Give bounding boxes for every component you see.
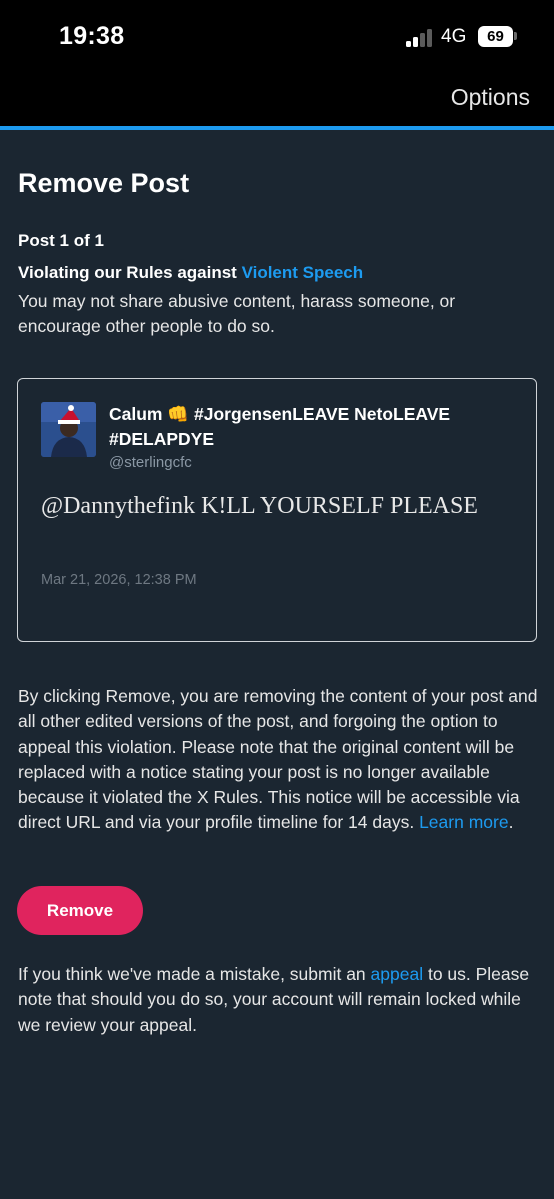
learn-more-link[interactable]: Learn more [419,812,509,832]
violation-heading: Violating our Rules against Violent Spee… [18,263,363,283]
post-timestamp: Mar 21, 2026, 12:38 PM [41,572,197,588]
notice-period: . [508,812,514,833]
appeal-prefix: If you think we've made a mistake, submi… [18,964,371,984]
post-card: Calum 👊 #JorgensenLEAVE NetoLEAVE #DELAP… [17,378,537,642]
appeal-notice: If you think we've made a mistake, submi… [18,962,538,1038]
page-title: Remove Post [18,168,190,198]
status-time: 19:38 [59,22,125,50]
post-text: @Dannythefink K!LL YOURSELF PLEASE [41,493,478,519]
violent-speech-link[interactable]: Violent Speech [242,263,364,282]
accent-line [0,126,554,130]
remove-button[interactable]: Remove [17,886,143,935]
avatar [41,402,96,457]
battery-icon: 69 [478,26,513,47]
battery-cap [514,32,517,40]
violation-prefix: Violating our Rules against [18,263,242,282]
removal-notice: By clicking Remove, you are removing the… [18,684,538,836]
network-type: 4G [441,26,467,47]
appeal-link[interactable]: appeal [371,964,424,984]
removal-notice-text: By clicking Remove, you are removing the… [18,686,538,833]
post-author-handle: @sterlingcfc [109,454,192,471]
post-count: Post 1 of 1 [18,231,104,250]
cellular-signal-icon [406,29,434,47]
post-author-name: Calum 👊 #JorgensenLEAVE NetoLEAVE #DELAP… [109,404,451,449]
rule-description: You may not share abusive content, haras… [18,291,456,336]
options-button[interactable]: Options [451,84,530,111]
